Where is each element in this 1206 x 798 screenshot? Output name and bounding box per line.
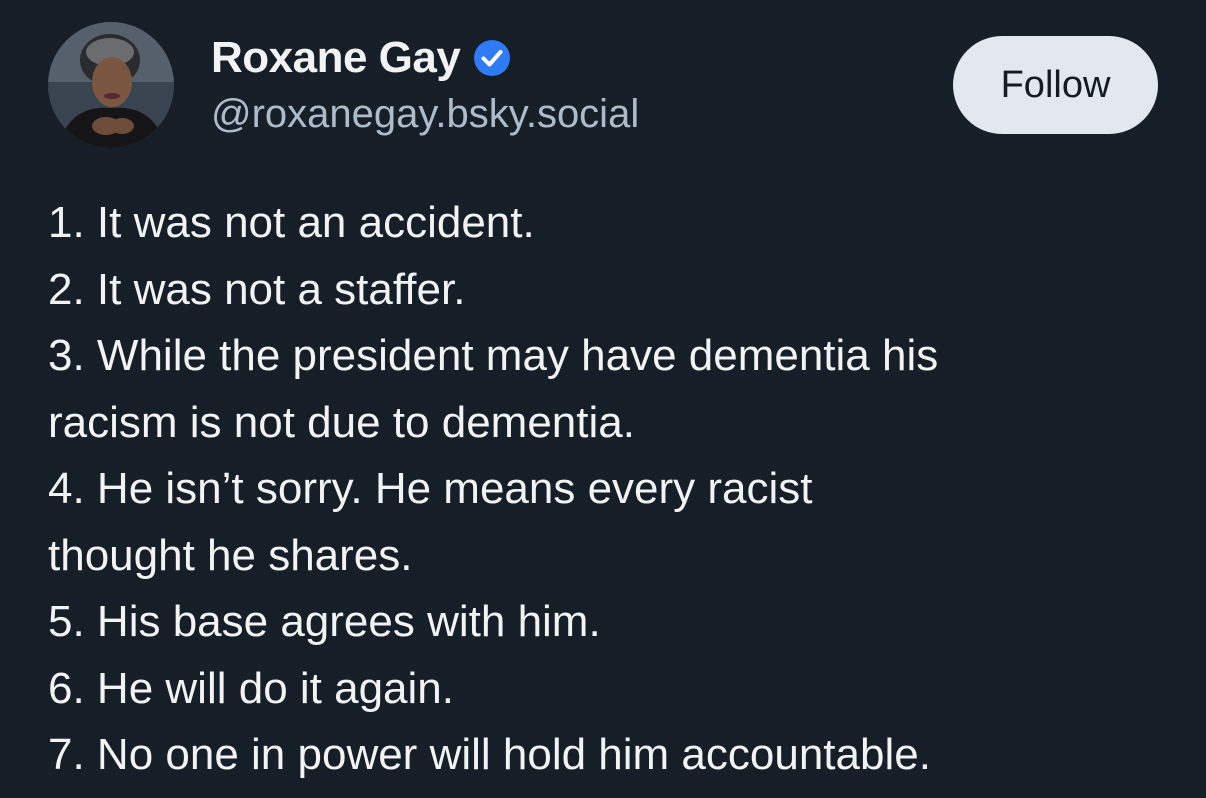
post-line: 1. It was not an accident.: [48, 198, 535, 247]
post-line: 2. It was not a staffer.: [48, 264, 466, 314]
avatar[interactable]: [48, 22, 174, 148]
profile-photo: [48, 22, 174, 148]
post-line: racism is not due to dementia.: [48, 397, 635, 447]
name-row: Roxane Gay: [211, 30, 639, 86]
author-info: Roxane Gay @roxanegay.bsky.social: [211, 30, 639, 137]
follow-button[interactable]: Follow: [953, 36, 1158, 134]
post-line: 6. He will do it again.: [48, 663, 454, 713]
post-line: 4. He isn’t sorry. He means every racist: [48, 464, 813, 513]
post-line: 3. While the president may have dementia…: [48, 331, 939, 380]
post-text: 1. It was not an accident. 2. It was not…: [48, 190, 1168, 789]
post-line: 7. No one in power will hold him account…: [48, 730, 931, 779]
post-line: 5. His base agrees with him.: [48, 597, 601, 646]
verified-check-icon[interactable]: [472, 38, 512, 78]
post-line: thought he shares.: [48, 530, 413, 580]
post-card: Roxane Gay @roxanegay.bsky.social Follow…: [0, 0, 1206, 798]
user-handle[interactable]: @roxanegay.bsky.social: [211, 92, 639, 137]
display-name[interactable]: Roxane Gay: [211, 33, 461, 83]
